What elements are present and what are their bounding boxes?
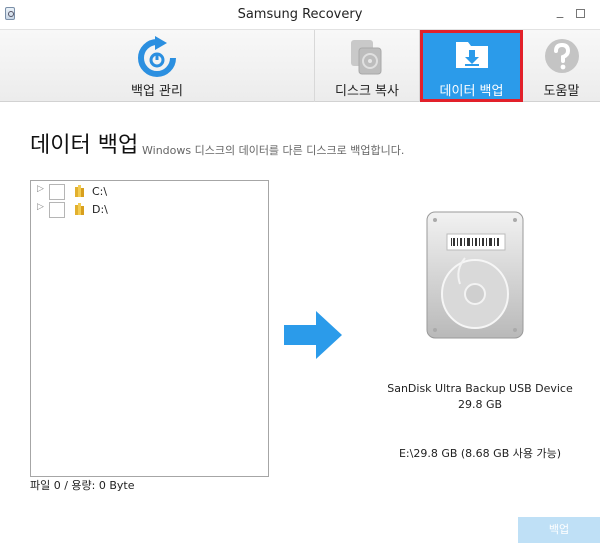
tree-item-label: D:\: [92, 203, 108, 216]
selection-summary: 파일 0 / 용량: 0 Byte: [30, 479, 135, 492]
page-title: 데이터 백업: [30, 133, 139, 158]
start-backup-button[interactable]: 백업: [518, 517, 600, 543]
folder-icon: [75, 185, 84, 197]
tree-item-label: C:\: [92, 185, 108, 198]
expand-arrow-icon[interactable]: ▷: [37, 184, 44, 194]
tab-help[interactable]: 도움말: [523, 30, 600, 102]
folder-download-icon: [455, 42, 488, 68]
main-toolbar: 백업 관리 디스크 복사 데이터 백업 도움말: [0, 30, 600, 102]
expand-arrow-icon[interactable]: ▷: [37, 202, 44, 212]
tab-data-backup-label: 데이터 백업: [439, 84, 504, 99]
source-folder-tree[interactable]: ▷ C:\ ▷ D:\: [30, 180, 269, 477]
disk-copy-icon: [351, 40, 382, 75]
hard-drive-icon: [426, 211, 524, 339]
title-bar: Samsung Recovery _: [0, 0, 600, 30]
tree-item-d[interactable]: ▷ D:\: [31, 200, 268, 220]
page-subtitle: Windows 디스크의 데이터를 다른 디스크로 백업합니다.: [142, 144, 405, 157]
backup-manage-icon: [138, 36, 176, 77]
help-icon: [544, 39, 579, 73]
tab-help-label: 도움말: [543, 84, 580, 99]
maximize-button[interactable]: [572, 6, 588, 22]
tree-item-checkbox[interactable]: [49, 202, 65, 218]
arrow-right-icon: [284, 311, 342, 359]
target-device-size: 29.8 GB: [457, 398, 503, 411]
window-title: Samsung Recovery: [237, 7, 363, 22]
app-window: Samsung Recovery _ 백업 관리 디스크 복사 데이터 백업 도…: [0, 0, 600, 543]
tab-disk-copy-label: 디스크 복사: [335, 84, 399, 99]
tab-backup-manage[interactable]: 백업 관리: [0, 30, 315, 102]
folder-icon: [75, 203, 84, 215]
tree-item-checkbox[interactable]: [49, 184, 65, 200]
minimize-button[interactable]: _: [552, 4, 568, 19]
tree-item-c[interactable]: ▷ C:\: [31, 182, 268, 202]
tab-backup-manage-label: 백업 관리: [131, 84, 183, 99]
target-device-name: SanDisk Ultra Backup USB Device: [387, 382, 573, 395]
tab-data-backup[interactable]: 데이터 백업: [420, 30, 523, 102]
target-volume-info[interactable]: E:\29.8 GB (8.68 GB 사용 가능): [365, 445, 595, 461]
tab-disk-copy[interactable]: 디스크 복사: [315, 30, 420, 102]
